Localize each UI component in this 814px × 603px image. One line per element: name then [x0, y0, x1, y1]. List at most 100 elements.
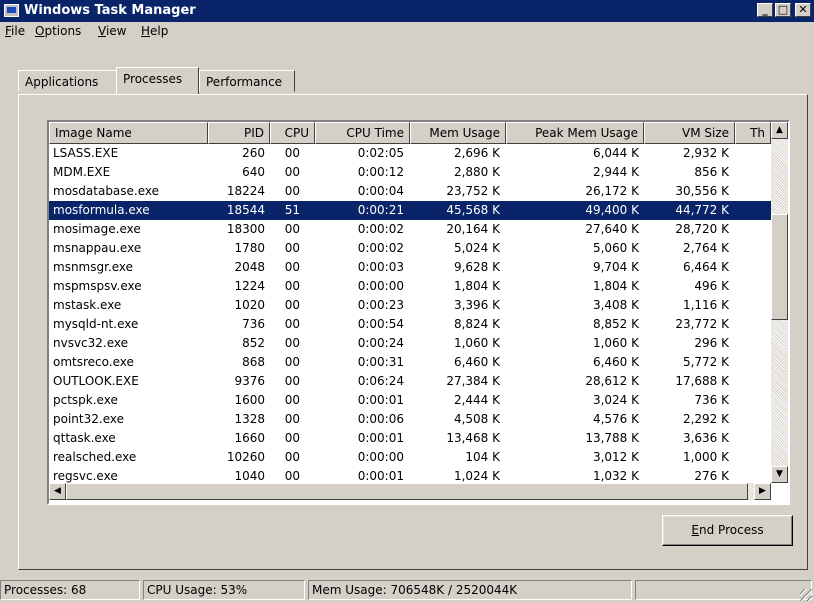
table-row[interactable]: mysqld-nt.exe 736 00 0:00:54 8,824 K 8,852 K 2…	[49, 315, 771, 334]
vertical-scroll-thumb[interactable]	[771, 214, 788, 320]
column-image-name[interactable]: Image Name	[49, 122, 208, 144]
table-row[interactable]: mstask.exe 1020 00 0:00:23 3,396 K 3,408 K 1,1…	[49, 296, 771, 315]
cell-cpu-time: 0:00:02	[357, 222, 404, 236]
cell-image-name: point32.exe	[53, 412, 124, 426]
cell-cpu: 00	[284, 279, 300, 293]
resize-grip-icon[interactable]	[800, 589, 812, 601]
cell-peak-mem-usage: 26,172 K	[585, 184, 639, 198]
cell-peak-mem-usage: 28,612 K	[585, 374, 639, 388]
end-process-button[interactable]: End Process	[662, 515, 793, 546]
cell-image-name: mosimage.exe	[53, 222, 141, 236]
table-row[interactable]: LSASS.EXE 260 00 0:02:05 2,696 K 6,044 K 2,932…	[49, 144, 771, 163]
cell-cpu-time: 0:00:31	[357, 355, 404, 369]
cell-image-name: qttask.exe	[53, 431, 116, 445]
cell-cpu: 51	[284, 203, 300, 217]
menu-options[interactable]: Options	[35, 24, 81, 38]
column-vm-size[interactable]: VM Size	[644, 122, 735, 144]
cell-image-name: omtsreco.exe	[53, 355, 134, 369]
cell-peak-mem-usage: 6,044 K	[592, 146, 639, 160]
scroll-right-arrow-icon[interactable]: ▶	[754, 483, 771, 500]
table-row[interactable]: qttask.exe 1660 00 0:00:01 13,468 K 13,788 K 3…	[49, 429, 771, 448]
table-row[interactable]: point32.exe 1328 00 0:00:06 4,508 K 4,576 K 2,…	[49, 410, 771, 429]
scroll-left-arrow-icon[interactable]: ◀	[49, 483, 66, 500]
cell-image-name: OUTLOOK.EXE	[53, 374, 139, 388]
cell-mem-usage: 2,880 K	[453, 165, 500, 179]
cell-peak-mem-usage: 1,804 K	[592, 279, 639, 293]
status-cpu-usage: CPU Usage: 53%	[143, 580, 305, 600]
column-peak-mem-usage[interactable]: Peak Mem Usage	[506, 122, 644, 144]
table-row[interactable]: MDM.EXE 640 00 0:00:12 2,880 K 2,944 K 856 K	[49, 163, 771, 182]
tab-processes[interactable]: Processes	[116, 67, 199, 94]
cell-cpu: 00	[284, 450, 300, 464]
minimize-button[interactable]: _	[757, 3, 773, 17]
cell-pid: 10260	[226, 450, 265, 464]
menu-bar: File Options View Help	[0, 22, 814, 42]
vertical-scrollbar[interactable]: ▲ ▼	[771, 122, 788, 483]
cell-vm-size: 30,556 K	[675, 184, 729, 198]
cell-vm-size: 2,292 K	[682, 412, 729, 426]
tab-applications[interactable]: Applications	[18, 70, 117, 92]
table-row[interactable]: nvsvc32.exe 852 00 0:00:24 1,060 K 1,060 K 296…	[49, 334, 771, 353]
list-header: Image Name PID CPU CPU Time Mem Usage Pe…	[49, 122, 771, 144]
table-row[interactable]: msnappau.exe 1780 00 0:00:02 5,024 K 5,060 K 2…	[49, 239, 771, 258]
cell-peak-mem-usage: 2,944 K	[592, 165, 639, 179]
column-pid[interactable]: PID	[208, 122, 270, 144]
cell-mem-usage: 4,508 K	[453, 412, 500, 426]
table-row[interactable]: omtsreco.exe 868 00 0:00:31 6,460 K 6,460 K 5,…	[49, 353, 771, 372]
cell-cpu-time: 0:00:01	[357, 431, 404, 445]
menu-file[interactable]: File	[5, 24, 25, 38]
cell-image-name: msnmsgr.exe	[53, 260, 134, 274]
cell-cpu-time: 0:02:05	[357, 146, 404, 160]
cell-vm-size: 296 K	[694, 336, 729, 350]
table-row[interactable]: mosimage.exe 18300 00 0:00:02 20,164 K 27,640…	[49, 220, 771, 239]
scroll-down-arrow-icon[interactable]: ▼	[771, 466, 788, 483]
tab-performance[interactable]: Performance	[199, 70, 295, 92]
cell-pid: 640	[242, 165, 265, 179]
table-row[interactable]: realsched.exe 10260 00 0:00:00 104 K 3,012 K 1…	[49, 448, 771, 467]
cell-pid: 9376	[234, 374, 265, 388]
cell-vm-size: 736 K	[694, 393, 729, 407]
table-row[interactable]: OUTLOOK.EXE 9376 00 0:06:24 27,384 K 28,612 K…	[49, 372, 771, 391]
cell-cpu-time: 0:00:02	[357, 241, 404, 255]
cell-peak-mem-usage: 6,460 K	[592, 355, 639, 369]
column-threads[interactable]: Th	[735, 122, 771, 144]
column-cpu-time[interactable]: CPU Time	[315, 122, 410, 144]
table-row[interactable]: mosdatabase.exe 18224 00 0:00:04 23,752 K 26,…	[49, 182, 771, 201]
column-mem-usage[interactable]: Mem Usage	[410, 122, 506, 144]
cell-cpu: 00	[284, 184, 300, 198]
cell-mem-usage: 8,824 K	[453, 317, 500, 331]
cell-pid: 1780	[234, 241, 265, 255]
cell-peak-mem-usage: 4,576 K	[592, 412, 639, 426]
process-list[interactable]: Image Name PID CPU CPU Time Mem Usage Pe…	[47, 120, 790, 505]
cell-cpu-time: 0:06:24	[357, 374, 404, 388]
cell-cpu-time: 0:00:04	[357, 184, 404, 198]
close-button[interactable]: ✕	[795, 3, 811, 17]
cell-cpu: 00	[284, 298, 300, 312]
cell-pid: 18224	[226, 184, 265, 198]
cell-vm-size: 5,772 K	[682, 355, 729, 369]
table-row[interactable]: pctspk.exe 1600 00 0:00:01 2,444 K 3,024 K 736…	[49, 391, 771, 410]
cell-peak-mem-usage: 5,060 K	[592, 241, 639, 255]
cell-pid: 868	[242, 355, 265, 369]
scroll-up-arrow-icon[interactable]: ▲	[771, 122, 788, 139]
cell-vm-size: 856 K	[694, 165, 729, 179]
menu-view[interactable]: View	[98, 24, 126, 38]
status-mem-usage: Mem Usage: 706548K / 2520044K	[308, 580, 632, 600]
cell-vm-size: 23,772 K	[675, 317, 729, 331]
cell-pid: 18544	[226, 203, 265, 217]
cell-peak-mem-usage: 3,012 K	[592, 450, 639, 464]
cell-cpu: 00	[284, 374, 300, 388]
cell-cpu-time: 0:00:01	[357, 393, 404, 407]
table-row[interactable]: mspmspsv.exe 1224 00 0:00:00 1,804 K 1,804 K 4…	[49, 277, 771, 296]
table-row[interactable]: mosformula.exe 18544 51 0:00:21 45,568 K 49,4…	[49, 201, 771, 220]
horizontal-scrollbar[interactable]: ◀ ▶	[49, 483, 771, 500]
title-bar[interactable]: Windows Task Manager _ □ ✕	[0, 0, 814, 22]
menu-help[interactable]: Help	[141, 24, 168, 38]
table-row[interactable]: msnmsgr.exe 2048 00 0:00:03 9,628 K 9,704 K 6,…	[49, 258, 771, 277]
cell-mem-usage: 6,460 K	[453, 355, 500, 369]
column-cpu[interactable]: CPU	[270, 122, 315, 144]
maximize-button[interactable]: □	[775, 3, 791, 17]
horizontal-scroll-thumb[interactable]	[66, 483, 748, 500]
cell-cpu-time: 0:00:00	[357, 450, 404, 464]
cell-cpu-time: 0:00:54	[357, 317, 404, 331]
